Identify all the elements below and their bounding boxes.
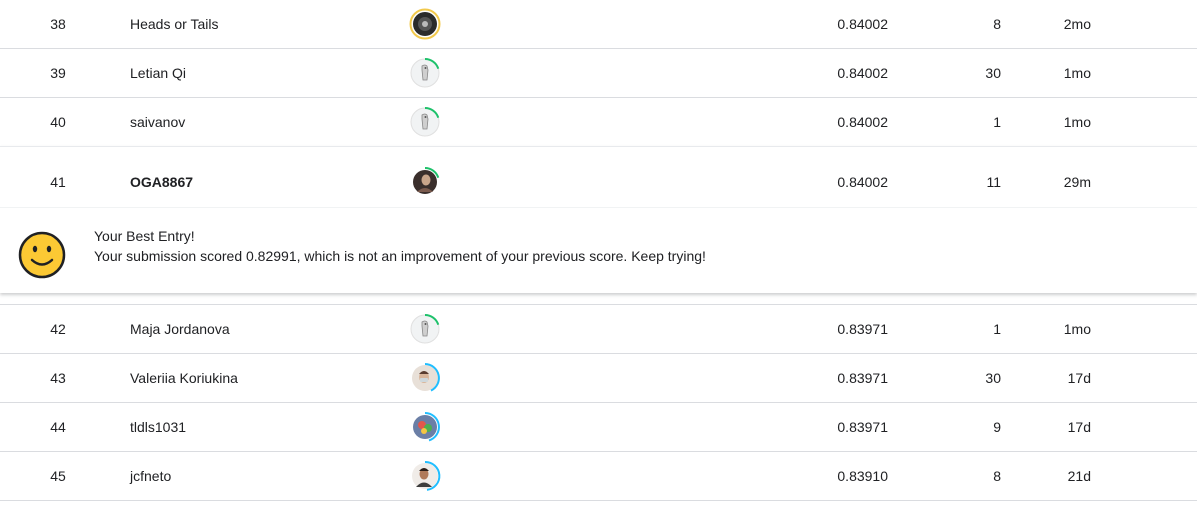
team-name[interactable]: Letian Qi	[130, 49, 186, 97]
message-body: Your submission scored 0.82991, which is…	[94, 248, 706, 264]
rank-cell: 40	[50, 114, 66, 130]
last-submission-cell: 1mo	[1063, 321, 1091, 337]
score-cell: 0.84002	[837, 174, 888, 190]
last-submission-cell: 17d	[1067, 419, 1091, 435]
rank-cell: 44	[50, 419, 66, 435]
rank-cell: 45	[50, 468, 66, 484]
last-submission-cell: 1mo	[1063, 65, 1091, 81]
leaderboard-row[interactable]: 39 Letian Qi 0.84002 30 1mo	[0, 49, 1197, 98]
team-name[interactable]: Valeriia Koriukina	[130, 354, 238, 402]
galaxy-avatar[interactable]	[409, 8, 441, 40]
entries-cell: 9	[993, 419, 1001, 435]
leaderboard-row-current-user[interactable]: 41 OGA8867 0.84002 11 29m	[0, 157, 1197, 208]
photo-avatar[interactable]	[409, 166, 441, 198]
rank-cell: 38	[50, 16, 66, 32]
entries-cell: 8	[993, 468, 1001, 484]
rank-cell: 42	[50, 321, 66, 337]
default-avatar[interactable]	[409, 313, 441, 345]
entries-cell: 30	[985, 65, 1001, 81]
last-submission-cell: 17d	[1067, 370, 1091, 386]
score-cell: 0.84002	[837, 65, 888, 81]
score-cell: 0.83910	[837, 468, 888, 484]
last-submission-cell: 2mo	[1063, 16, 1091, 32]
photo-avatar[interactable]	[409, 460, 441, 492]
leaderboard-row[interactable]: 43 Valeriia Koriukina 0.83971 30 17d	[0, 354, 1197, 403]
colorful-avatar[interactable]	[409, 411, 441, 443]
entries-cell: 1	[993, 114, 1001, 130]
leaderboard-row[interactable]: 42 Maja Jordanova 0.83971 1 1mo	[0, 305, 1197, 354]
entries-cell: 30	[985, 370, 1001, 386]
default-avatar[interactable]	[409, 57, 441, 89]
leaderboard-row[interactable]: 45 jcfneto 0.83910 8 21d	[0, 452, 1197, 501]
score-cell: 0.84002	[837, 114, 888, 130]
team-name[interactable]: OGA8867	[130, 157, 193, 207]
score-cell: 0.84002	[837, 16, 888, 32]
message-title: Your Best Entry!	[94, 228, 195, 244]
score-cell: 0.83971	[837, 370, 888, 386]
entries-cell: 8	[993, 16, 1001, 32]
leaderboard-row[interactable]: 44 tldls1031 0.83971 9 17d	[0, 403, 1197, 452]
team-name[interactable]: tldls1031	[130, 403, 186, 451]
team-name[interactable]: jcfneto	[130, 452, 171, 500]
entries-cell: 11	[986, 174, 1001, 190]
team-name[interactable]: saivanov	[130, 98, 185, 146]
score-cell: 0.83971	[837, 321, 888, 337]
team-name[interactable]: Heads or Tails	[130, 0, 218, 48]
rank-cell: 43	[50, 370, 66, 386]
submission-message: Your Best Entry! Your submission scored …	[94, 226, 706, 266]
photo-avatar[interactable]	[409, 362, 441, 394]
leaderboard-row[interactable]: 38 Heads or Tails 0.84002 8 2mo	[0, 0, 1197, 49]
leaderboard-row[interactable]: 40 saivanov 0.84002 1 1mo	[0, 98, 1197, 147]
smiley-icon	[18, 231, 66, 279]
rank-cell: 41	[50, 174, 66, 190]
rank-cell: 39	[50, 65, 66, 81]
last-submission-cell: 1mo	[1063, 114, 1091, 130]
your-entry-panel: 41 OGA8867 0.84002 11 29m Your Best Entr…	[0, 146, 1197, 293]
default-avatar[interactable]	[409, 106, 441, 138]
team-name[interactable]: Maja Jordanova	[130, 305, 230, 353]
score-cell: 0.83971	[837, 419, 888, 435]
last-submission-cell: 29m	[1063, 174, 1091, 190]
entries-cell: 1	[993, 321, 1001, 337]
last-submission-cell: 21d	[1067, 468, 1091, 484]
